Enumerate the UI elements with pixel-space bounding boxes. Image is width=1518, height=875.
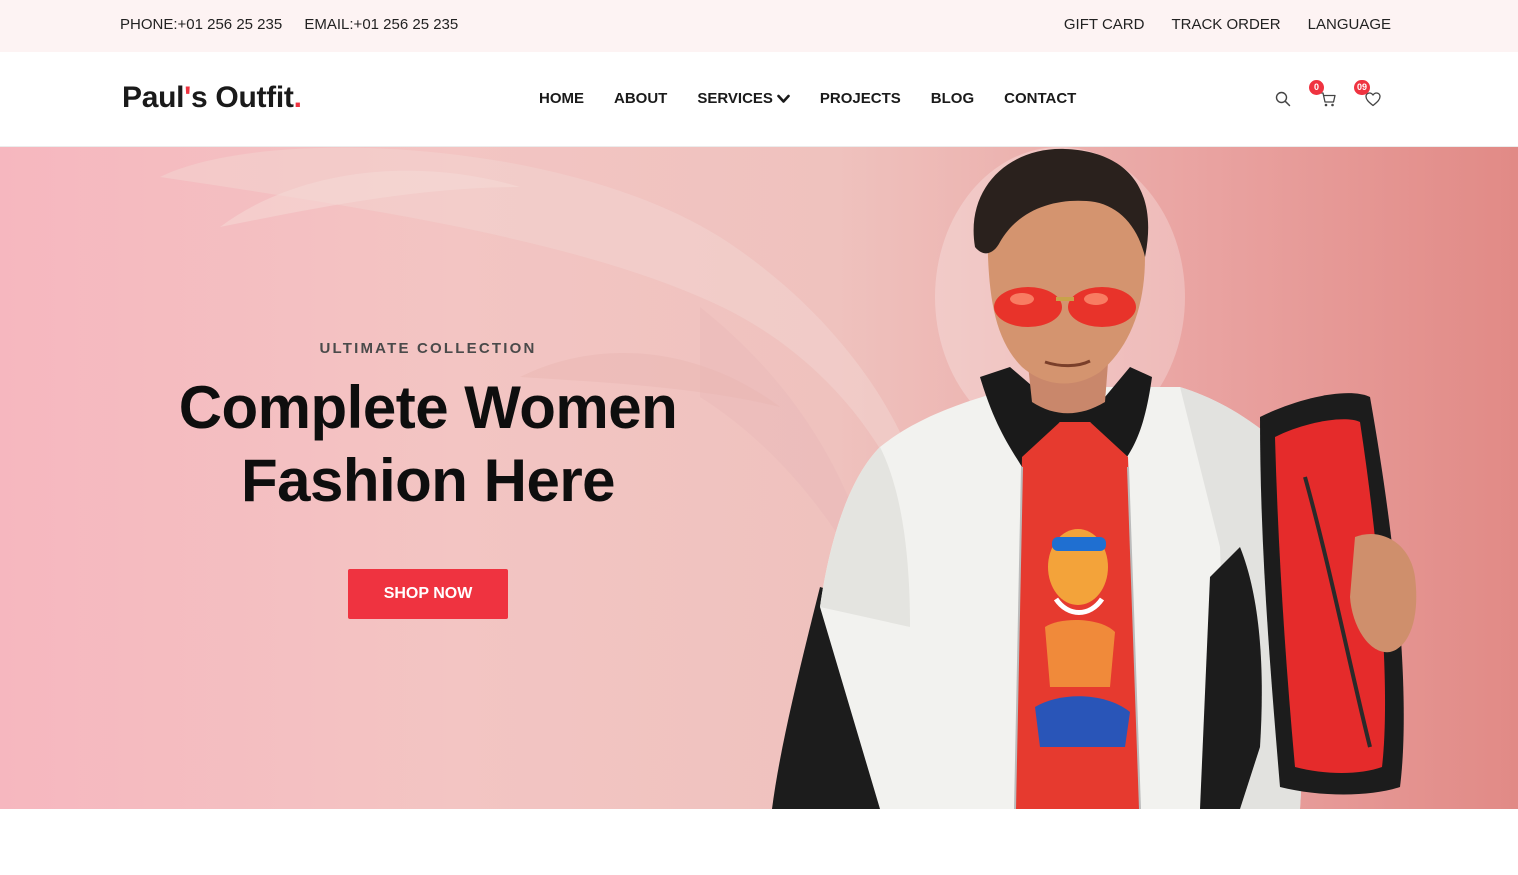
nav-home-label: HOME (539, 90, 584, 107)
nav-about-label: ABOUT (614, 90, 668, 107)
main-nav: HOME ABOUT SERVICES PROJECTS BLOG CONTAC… (539, 90, 1076, 107)
search-icon[interactable] (1274, 90, 1292, 108)
email-text: EMAIL:+01 256 25 235 (304, 16, 459, 33)
hero-model-image (772, 147, 1417, 809)
nav-about[interactable]: ABOUT (614, 90, 667, 107)
logo-text-rest: s Outfit (191, 81, 294, 114)
nav-blog-label: BLOG (930, 90, 975, 107)
contact-info: PHONE:+01 256 25 235 EMAIL:+01 256 25 23… (120, 16, 476, 33)
hero-content: ULTIMATE COLLECTION Complete Women Fashi… (140, 340, 716, 619)
nav-contact[interactable]: CONTACT (1004, 90, 1076, 107)
nav-projects[interactable]: PROJECTS (820, 90, 901, 107)
track-order-link[interactable]: TRACK ORDER (1171, 16, 1280, 33)
hero-title-line-1: Complete Women (178, 374, 678, 441)
shop-now-button[interactable]: SHOP NOW (348, 569, 508, 619)
nav-blog[interactable]: BLOG (931, 90, 974, 107)
hero-eyebrow: ULTIMATE COLLECTION (319, 340, 537, 357)
nav-projects-label: PROJECTS (819, 90, 901, 107)
logo[interactable]: Paul's Outfit. (122, 81, 302, 115)
nav-services-label: SERVICES (697, 90, 773, 107)
wishlist-count-badge: 09 (1354, 80, 1371, 95)
cart-count-badge: 0 (1309, 80, 1324, 95)
hero-title: Complete Women Fashion Here (140, 371, 716, 517)
header-icons: 0 09 (1272, 80, 1392, 118)
language-link[interactable]: LANGUAGE (1308, 16, 1391, 33)
logo-apostrophe: ' (184, 81, 191, 114)
main-header: Paul's Outfit. HOME ABOUT SERVICES PROJE… (0, 52, 1518, 147)
gift-card-link[interactable]: GIFT CARD (1064, 16, 1145, 33)
top-bar: PHONE:+01 256 25 235 EMAIL:+01 256 25 23… (0, 0, 1518, 52)
hero-banner: ULTIMATE COLLECTION Complete Women Fashi… (0, 147, 1518, 809)
logo-dot: . (293, 81, 302, 114)
nav-services[interactable]: SERVICES (697, 90, 790, 107)
nav-home[interactable]: HOME (539, 90, 584, 107)
nav-contact-label: CONTACT (1004, 90, 1077, 107)
chevron-down-icon (777, 94, 790, 103)
hero-title-line-2: Fashion Here (240, 447, 616, 514)
logo-text-main: Paul (122, 81, 185, 114)
top-links: GIFT CARD TRACK ORDER LANGUAGE (1064, 16, 1391, 33)
phone-text: PHONE:+01 256 25 235 (120, 16, 283, 33)
